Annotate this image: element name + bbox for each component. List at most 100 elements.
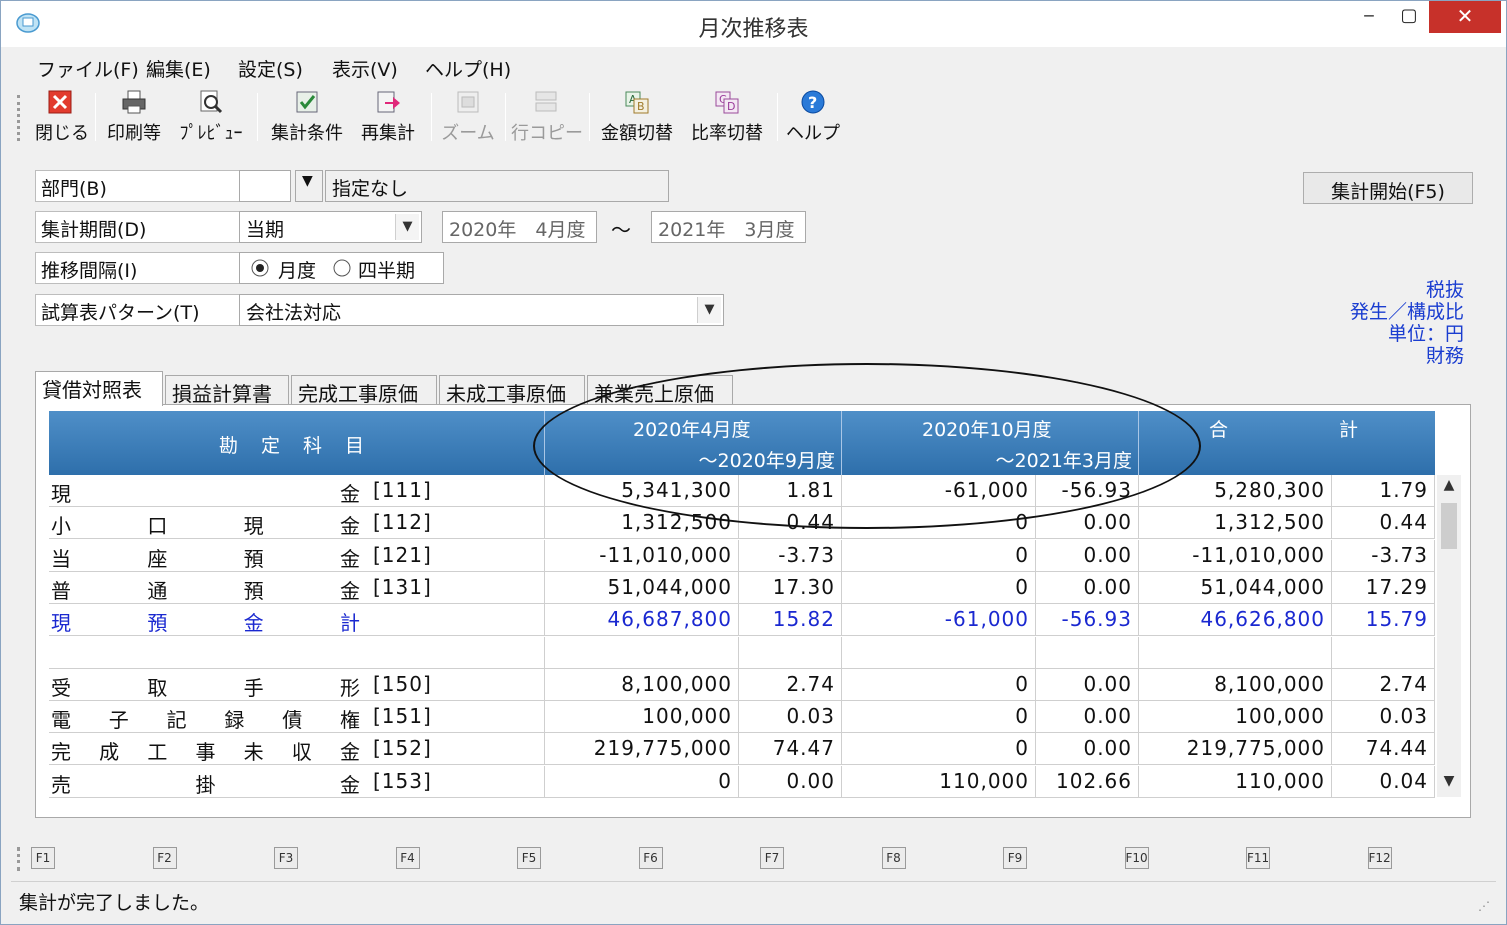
period1-ratio-cell[interactable]: -3.73 bbox=[739, 539, 842, 572]
account-name-cell[interactable]: 現 金 [111] bbox=[49, 475, 545, 507]
period1-amount-cell[interactable]: 46,687,800 bbox=[545, 604, 739, 637]
period2-amount-cell[interactable]: 0 bbox=[842, 701, 1036, 734]
period2-amount-cell[interactable]: -61,000 bbox=[842, 475, 1036, 507]
table-row[interactable]: 受取手形 [150] 8,100,000 2.74 0 0.00 8,100,000 2.74 bbox=[49, 668, 1435, 701]
fkey-f5[interactable]: F5 bbox=[517, 847, 541, 869]
period2-amount-cell[interactable]: 0 bbox=[842, 733, 1036, 766]
period1-amount-cell[interactable] bbox=[545, 636, 739, 669]
radio-quarterly[interactable] bbox=[332, 258, 352, 283]
table-row[interactable]: 完成工事未収金 [152] 219,775,000 74.47 0 0.00 219,775… bbox=[49, 733, 1435, 766]
header-total[interactable]: 合 計 bbox=[1139, 411, 1435, 475]
period1-amount-cell[interactable]: 1,312,500 bbox=[545, 507, 739, 540]
total-ratio-cell[interactable]: 1.79 bbox=[1332, 475, 1435, 507]
period2-amount-cell[interactable]: -61,000 bbox=[842, 604, 1036, 637]
conditions-button[interactable]: 集計条件 bbox=[267, 89, 347, 145]
total-ratio-cell[interactable]: 17.29 bbox=[1332, 571, 1435, 604]
tab-income-statement[interactable]: 損益計算書 bbox=[165, 375, 289, 406]
menu-view[interactable]: 表示(V) bbox=[332, 55, 398, 82]
period1-amount-cell[interactable]: 8,100,000 bbox=[545, 668, 739, 701]
table-row[interactable] bbox=[49, 636, 1435, 669]
period2-ratio-cell[interactable]: -56.93 bbox=[1036, 604, 1139, 637]
account-name-cell[interactable]: 現預金計 bbox=[49, 604, 545, 637]
period2-ratio-cell[interactable] bbox=[1036, 636, 1139, 669]
period-to-input[interactable]: 2021年 3月度 bbox=[651, 211, 806, 243]
total-ratio-cell[interactable] bbox=[1332, 636, 1435, 669]
fkey-f1[interactable]: F1 bbox=[31, 847, 55, 869]
start-aggregation-button[interactable]: 集計開始(F5) bbox=[1303, 172, 1473, 204]
amount-switch-button[interactable]: AB 金額切替 bbox=[597, 89, 677, 145]
period2-ratio-cell[interactable]: 0.00 bbox=[1036, 733, 1139, 766]
period1-ratio-cell[interactable] bbox=[739, 636, 842, 669]
period1-amount-cell[interactable]: 51,044,000 bbox=[545, 571, 739, 604]
chevron-down-icon[interactable]: ▼ bbox=[697, 297, 721, 323]
fkey-f4[interactable]: F4 bbox=[395, 847, 420, 869]
period1-ratio-cell[interactable]: 1.81 bbox=[739, 475, 842, 507]
tab-uncompleted-construction-cost[interactable]: 未成工事原価 bbox=[439, 375, 585, 406]
period2-ratio-cell[interactable]: -56.93 bbox=[1036, 475, 1139, 507]
period1-amount-cell[interactable]: -11,010,000 bbox=[545, 539, 739, 572]
total-amount-cell[interactable]: 8,100,000 bbox=[1139, 668, 1332, 701]
resize-grip-icon[interactable]: ⋰ bbox=[1478, 899, 1490, 913]
total-amount-cell[interactable] bbox=[1139, 636, 1332, 669]
fkey-f9[interactable]: F9 bbox=[1003, 847, 1027, 869]
total-amount-cell[interactable]: -11,010,000 bbox=[1139, 539, 1332, 572]
account-name-cell[interactable]: 受 取 手 形 [150] bbox=[49, 668, 545, 701]
fkey-f7[interactable]: F7 bbox=[760, 847, 784, 869]
recalc-button[interactable]: 再集計 bbox=[355, 89, 421, 145]
period2-ratio-cell[interactable]: 0.00 bbox=[1036, 571, 1139, 604]
header-period-1[interactable]: 2020年4月度 ～2020年9月度 bbox=[545, 411, 842, 475]
period2-ratio-cell[interactable]: 0.00 bbox=[1036, 668, 1139, 701]
vertical-scrollbar[interactable]: ▲ ▼ bbox=[1437, 475, 1461, 797]
account-name-cell[interactable]: 売 掛 金 [153] bbox=[49, 765, 545, 798]
period2-amount-cell[interactable]: 110,000 bbox=[842, 765, 1036, 798]
period2-ratio-cell[interactable]: 0.00 bbox=[1036, 507, 1139, 540]
period1-ratio-cell[interactable]: 2.74 bbox=[739, 668, 842, 701]
period2-amount-cell[interactable]: 0 bbox=[842, 668, 1036, 701]
print-button[interactable]: 印刷等 bbox=[105, 89, 163, 145]
account-name-cell[interactable]: 当 座 預 金 [121] bbox=[49, 539, 545, 572]
fkey-grip[interactable] bbox=[17, 847, 21, 871]
table-row[interactable]: 普通預金 [131] 51,044,000 17.30 0 0.00 51,044,000 1… bbox=[49, 571, 1435, 604]
fkey-f2[interactable]: F2 bbox=[152, 847, 177, 869]
tab-balance-sheet[interactable]: 貸借対照表 bbox=[35, 371, 163, 406]
menu-edit[interactable]: 編集(E) bbox=[146, 55, 211, 82]
total-ratio-cell[interactable]: 74.44 bbox=[1332, 733, 1435, 766]
menu-help[interactable]: ヘルプ(H) bbox=[425, 55, 511, 82]
scroll-down-icon[interactable]: ▼ bbox=[1437, 773, 1461, 797]
period1-ratio-cell[interactable]: 0.44 bbox=[739, 507, 842, 540]
zoom-button[interactable]: ズーム bbox=[437, 89, 499, 145]
period1-ratio-cell[interactable]: 17.30 bbox=[739, 571, 842, 604]
period-select[interactable]: 当期 ▼ bbox=[239, 211, 422, 243]
period1-amount-cell[interactable]: 5,341,300 bbox=[545, 475, 739, 507]
radio-monthly[interactable] bbox=[250, 258, 270, 283]
tab-completed-construction-cost[interactable]: 完成工事原価 bbox=[291, 375, 437, 406]
period2-ratio-cell[interactable]: 102.66 bbox=[1036, 765, 1139, 798]
total-ratio-cell[interactable]: 0.03 bbox=[1332, 701, 1435, 734]
preview-button[interactable]: ﾌﾟﾚﾋﾞｭｰ bbox=[175, 89, 247, 145]
fkey-f8[interactable]: F8 bbox=[881, 847, 906, 869]
ratio-switch-button[interactable]: CD 比率切替 bbox=[687, 89, 767, 145]
period1-amount-cell[interactable]: 100,000 bbox=[545, 701, 739, 734]
pattern-select[interactable]: 会社法対応 ▼ bbox=[239, 294, 724, 326]
department-code-input[interactable] bbox=[239, 170, 291, 202]
total-amount-cell[interactable]: 46,626,800 bbox=[1139, 604, 1332, 637]
period1-ratio-cell[interactable]: 74.47 bbox=[739, 733, 842, 766]
menu-settings[interactable]: 設定(S) bbox=[238, 55, 303, 82]
account-name-cell[interactable]: 電 子 記 録 債 権 [151] bbox=[49, 701, 545, 734]
account-name-cell[interactable]: 完 成 工 事 未 収 金 [152] bbox=[49, 733, 545, 766]
table-row[interactable]: 当座預金 [121] -11,010,000 -3.73 0 0.00 -11,010,00… bbox=[49, 539, 1435, 572]
table-row[interactable]: 現 預 金 計 46,687,800 15.82 -61,000 -56.93 46,626,8… bbox=[49, 604, 1435, 637]
total-amount-cell[interactable]: 5,280,300 bbox=[1139, 475, 1332, 507]
account-name-cell[interactable]: 小 口 現 金 [112] bbox=[49, 507, 545, 540]
total-amount-cell[interactable]: 219,775,000 bbox=[1139, 733, 1332, 766]
total-ratio-cell[interactable]: 0.44 bbox=[1332, 507, 1435, 540]
row-copy-button[interactable]: 行コピー bbox=[511, 89, 583, 145]
period1-ratio-cell[interactable]: 15.82 bbox=[739, 604, 842, 637]
scroll-up-icon[interactable]: ▲ bbox=[1437, 477, 1461, 501]
fkey-f11[interactable]: F11 bbox=[1246, 847, 1270, 869]
minimize-button[interactable]: ‒ bbox=[1349, 1, 1389, 33]
fkey-f3[interactable]: F3 bbox=[274, 847, 298, 869]
window-close-button[interactable]: ✕ bbox=[1429, 1, 1501, 33]
table-row[interactable]: 電子記録債権 [151] 100,000 0.03 0 0.00 100,000 0.03 bbox=[49, 701, 1435, 734]
scroll-thumb[interactable] bbox=[1441, 503, 1457, 549]
